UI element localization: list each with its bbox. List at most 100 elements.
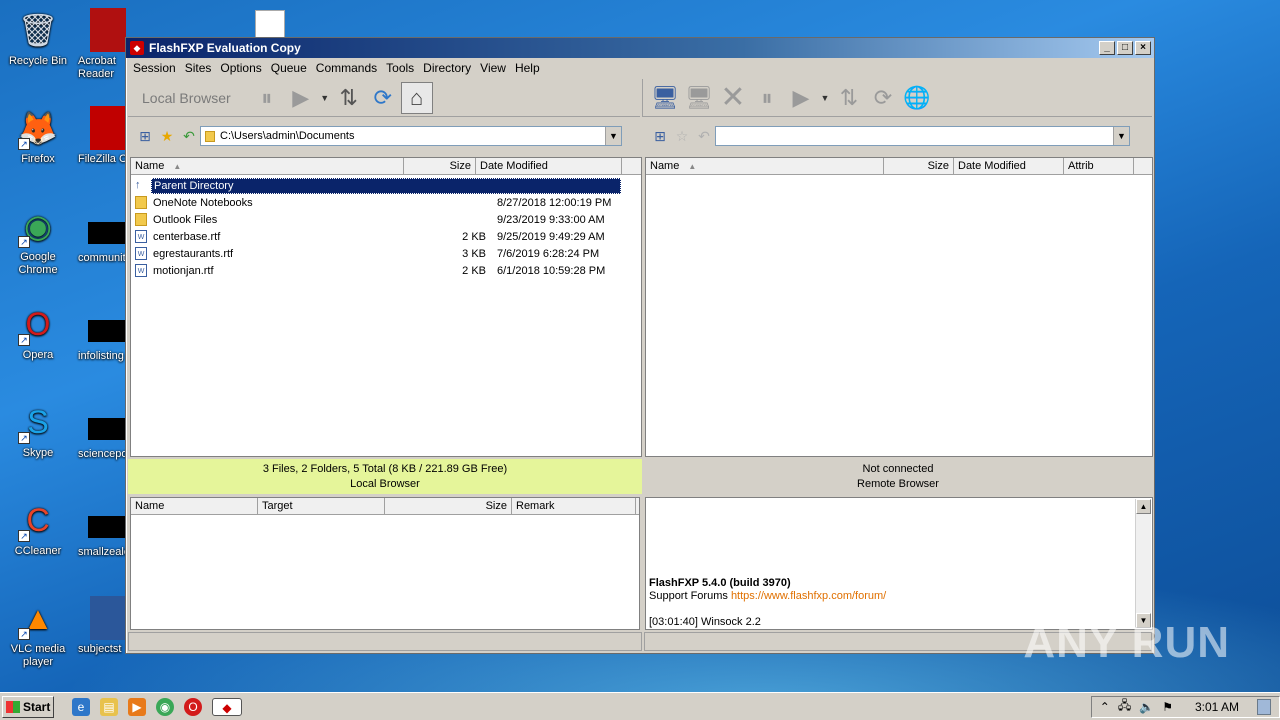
start-button[interactable]: Start [2, 695, 54, 718]
desktop-icon[interactable]: ◉ ↗ Google Chrome [0, 204, 76, 277]
log-scrollbar[interactable]: ▲ ▼ [1135, 499, 1151, 628]
remote-column-header-size[interactable]: Size [884, 158, 954, 175]
menu-item-directory[interactable]: Directory [419, 61, 475, 75]
desktop-icon[interactable]: C ↗ CCleaner [0, 498, 76, 558]
refresh-icon[interactable]: ⟳ [367, 82, 399, 114]
network-icon[interactable]: 🖧 [1118, 696, 1131, 717]
disconnect-icon[interactable]: 🖥 [683, 82, 715, 114]
close-button[interactable]: × [1135, 41, 1151, 55]
column-header-size[interactable]: Size [404, 158, 476, 175]
minimize-button[interactable]: _ [1099, 41, 1115, 55]
transfer-queue-icon[interactable]: ⇅ [333, 82, 365, 114]
desktop-icon[interactable]: 🗑 Recycle Bin [0, 8, 76, 68]
scroll-up-arrow[interactable]: ▲ [1136, 499, 1151, 514]
remote-transfer-icon[interactable]: ⇅ [833, 82, 865, 114]
chevron-down-icon[interactable]: ▼ [605, 127, 621, 145]
title-bar[interactable]: ◆ FlashFXP Evaluation Copy _ □ × [126, 38, 1154, 58]
menu-item-options[interactable]: Options [216, 61, 265, 75]
windows-logo-icon [6, 700, 20, 713]
file-row[interactable]: Outlook Files 9/23/2019 9:33:00 AM [135, 211, 636, 228]
desktop-icon-label: FileZilla C [78, 153, 127, 165]
desktop-icon[interactable]: smallzeale [70, 498, 130, 559]
desktop-icon-label: Opera [22, 349, 54, 361]
queue-column-target[interactable]: Target [258, 498, 385, 515]
queue-column-name[interactable]: Name [131, 498, 258, 515]
action-center-flag-icon[interactable]: ⚑ [1162, 700, 1173, 714]
menu-item-tools[interactable]: Tools [382, 61, 418, 75]
maximize-button[interactable]: □ [1117, 41, 1133, 55]
remote-play-icon[interactable]: ▶ [785, 82, 817, 114]
local-list-header: Name ▲ Size Date Modified [131, 158, 641, 175]
file-row[interactable]: Wegrestaurants.rtf 3 KB 7/6/2019 6:28:24 P… [135, 245, 636, 262]
remote-up-directory-icon[interactable]: ↶ [693, 126, 715, 146]
system-tray: ⌃ 🖧 🔈 ⚑ 3:01 AM [1090, 695, 1280, 718]
ie-icon[interactable]: e [72, 697, 90, 716]
abort-icon[interactable]: ✕ [717, 81, 749, 114]
home-icon[interactable]: ⌂ [400, 81, 433, 114]
remote-file-list[interactable]: Name ▲ Size Date Modified Attrib [645, 157, 1153, 457]
file-row[interactable]: ↑ Parent Directory [135, 177, 621, 194]
play-icon[interactable]: ▶ [285, 82, 317, 114]
connect-icon[interactable]: 🖥 [649, 82, 681, 114]
globe-icon[interactable]: 🌐 [901, 82, 933, 114]
menu-item-commands[interactable]: Commands [312, 61, 381, 75]
remote-sites-icon[interactable]: ⊞ [649, 126, 671, 146]
media-player-icon[interactable]: ▶ [128, 697, 146, 716]
up-directory-icon[interactable]: ↶ [178, 126, 200, 146]
desktop-icon[interactable]: FileZilla C [70, 106, 130, 166]
show-desktop-button[interactable] [1257, 698, 1271, 715]
remote-pause-icon[interactable]: ⏸ [751, 82, 783, 114]
remote-status-panel: Not connected Remote Browser [644, 459, 1152, 494]
file-row[interactable]: Wcenterbase.rtf 2 KB 9/25/2019 9:49:29 AM [135, 228, 636, 245]
remote-favorites-star-icon[interactable]: ☆ [671, 126, 693, 146]
chrome-icon[interactable]: ◉ [156, 697, 174, 716]
remote-column-header-attrib[interactable]: Attrib [1064, 158, 1134, 175]
menu-item-queue[interactable]: Queue [267, 61, 311, 75]
tray-expand-icon[interactable]: ⌃ [1100, 700, 1110, 714]
desktop-icon[interactable]: infolisting [70, 302, 130, 363]
volume-icon[interactable]: 🔈 [1139, 700, 1154, 714]
desktop-icon[interactable]: subjectst [70, 596, 130, 656]
local-file-list[interactable]: Name ▲ Size Date Modified ↑ Parent Direct… [130, 157, 642, 457]
file-row[interactable]: Wmotionjan.rtf 2 KB 6/1/2018 10:59:28 PM [135, 262, 636, 279]
menu-item-view[interactable]: View [476, 61, 510, 75]
queue-column-size[interactable]: Size [385, 498, 512, 515]
parent-directory-icon: ↑ [135, 179, 141, 191]
desktop-icon[interactable]: communit [70, 204, 130, 265]
desktop-icon[interactable]: Acrobat Reader [70, 8, 130, 81]
explorer-icon[interactable]: ▤ [100, 697, 118, 716]
column-header-name[interactable]: Name ▲ [131, 158, 404, 175]
remote-refresh-icon[interactable]: ⟳ [867, 82, 899, 114]
menu-item-help[interactable]: Help [511, 61, 544, 75]
pause-icon[interactable]: ⏸ [251, 82, 283, 114]
local-path-field[interactable]: C:\Users\admin\Documents ▼ [200, 126, 622, 146]
desktop-icon-label: Firefox [21, 153, 55, 165]
desktop-icon[interactable]: ▲ ↗ VLC media player [0, 596, 76, 669]
remote-chevron-down-icon[interactable]: ▼ [1113, 127, 1129, 145]
column-header-date[interactable]: Date Modified [476, 158, 622, 175]
log-panel[interactable]: FlashFXP 5.4.0 (build 3970) Support Foru… [645, 497, 1153, 630]
desktop-icon[interactable]: sciencepo [70, 400, 130, 461]
play-dropdown-icon[interactable]: ▼ [319, 82, 331, 114]
favorites-star-icon[interactable]: ★ [156, 126, 178, 146]
sites-icon[interactable]: ⊞ [134, 126, 156, 146]
opera-icon[interactable]: O [184, 697, 202, 716]
remote-path-field[interactable]: ▼ [715, 126, 1130, 146]
support-forums-link[interactable]: https://www.flashfxp.com/forum/ [731, 590, 886, 602]
remote-column-header-date[interactable]: Date Modified [954, 158, 1064, 175]
file-date-modified: 6/1/2018 10:59:28 PM [497, 264, 606, 277]
clock[interactable]: 3:01 AM [1195, 700, 1239, 714]
remote-play-dropdown-icon[interactable]: ▼ [819, 82, 831, 114]
menu-item-session[interactable]: Session [129, 61, 180, 75]
app-icon: C ↗ [16, 498, 60, 542]
desktop-icon[interactable]: S ↗ Skype [0, 400, 76, 460]
menu-bar: Session Sites Options Queue Commands Tools Dir… [126, 58, 1154, 78]
desktop-icon[interactable]: O ↗ Opera [0, 302, 76, 362]
transfer-queue-list[interactable]: Name Target Size Remark [130, 497, 640, 630]
flashfxp-taskbar-button[interactable]: ◆ [212, 697, 242, 716]
queue-column-remark[interactable]: Remark [512, 498, 636, 515]
remote-column-header-name[interactable]: Name ▲ [646, 158, 884, 175]
menu-item-sites[interactable]: Sites [181, 61, 216, 75]
file-row[interactable]: OneNote Notebooks 8/27/2018 12:00:19 PM [135, 194, 636, 211]
desktop-icon[interactable]: 🦊 ↗ Firefox [0, 106, 76, 166]
